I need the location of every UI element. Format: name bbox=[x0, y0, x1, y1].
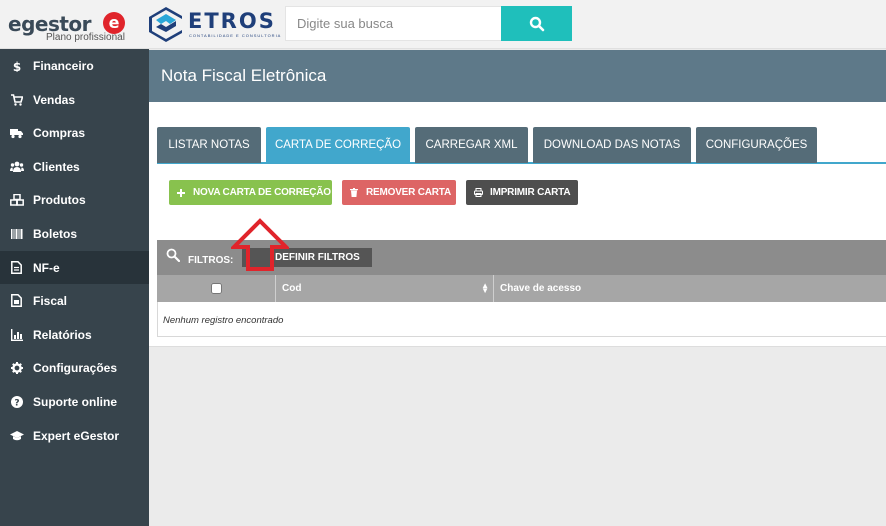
column-header-chave-de-acesso[interactable]: Chave de acesso bbox=[494, 275, 886, 302]
plus-icon bbox=[169, 188, 193, 197]
question-icon: ? bbox=[0, 395, 33, 408]
sidebar-item-label: Configurações bbox=[33, 360, 118, 375]
truck-icon bbox=[0, 127, 33, 139]
select-all-header bbox=[157, 275, 276, 302]
sidebar: $ Financeiro Vendas Compras Clientes Pro… bbox=[0, 49, 149, 526]
sidebar-item-boletos[interactable]: Boletos bbox=[0, 217, 149, 250]
sidebar-item-financeiro[interactable]: $ Financeiro bbox=[0, 49, 149, 82]
column-header-label: Chave de acesso bbox=[500, 283, 582, 294]
tab-carta-de-correcao[interactable]: CARTA DE CORREÇÃO bbox=[266, 127, 410, 163]
table-header: Cod ▲ ▼ Chave de acesso bbox=[157, 275, 886, 302]
search-button[interactable] bbox=[501, 6, 572, 41]
file-icon bbox=[0, 294, 33, 307]
sidebar-item-label: Clientes bbox=[33, 159, 80, 174]
sidebar-item-label: Suporte online bbox=[33, 394, 117, 409]
sidebar-item-expert[interactable]: Expert eGestor bbox=[0, 419, 149, 452]
svg-text:?: ? bbox=[14, 398, 19, 408]
tab-carregar-xml[interactable]: CARREGAR XML bbox=[415, 127, 528, 163]
table-body: Nenhum registro encontrado bbox=[157, 302, 886, 337]
tab-configuracoes[interactable]: CONFIGURAÇÕES bbox=[696, 127, 817, 163]
top-bar: egestor e Plano profissional ETROS CONTA… bbox=[0, 0, 886, 49]
tab-listar-notas[interactable]: LISTAR NOTAS bbox=[157, 127, 261, 163]
sidebar-item-label: Produtos bbox=[33, 192, 86, 207]
sidebar-item-label: Vendas bbox=[33, 92, 76, 107]
graduation-cap-icon bbox=[0, 430, 33, 442]
file-edit-icon bbox=[0, 261, 33, 274]
annotation-arrow-icon bbox=[231, 218, 289, 271]
sidebar-item-label: Financeiro bbox=[33, 58, 94, 73]
svg-text:$: $ bbox=[12, 60, 20, 72]
remove-letter-button[interactable]: REMOVER CARTA bbox=[342, 180, 456, 205]
sidebar-item-fiscal[interactable]: Fiscal bbox=[0, 284, 149, 317]
empty-table-message: Nenhum registro encontrado bbox=[163, 315, 284, 326]
sidebar-item-label: Expert eGestor bbox=[33, 428, 120, 443]
dollar-icon: $ bbox=[0, 60, 33, 72]
sidebar-item-nfe[interactable]: NF-e bbox=[0, 251, 149, 284]
sidebar-item-configuracoes[interactable]: Configurações bbox=[0, 351, 149, 384]
gear-icon bbox=[0, 361, 33, 374]
search-input[interactable] bbox=[285, 6, 501, 41]
filters-label: FILTROS: bbox=[188, 255, 234, 266]
column-header-label: Cod bbox=[282, 283, 302, 294]
partner-logo: ETROS CONTABILIDADE E CONSULTORIA bbox=[148, 5, 280, 45]
column-header-cod[interactable]: Cod ▲ ▼ bbox=[276, 275, 494, 302]
button-label: IMPRIMIR CARTA bbox=[490, 187, 571, 198]
button-label: REMOVER CARTA bbox=[366, 187, 451, 198]
partner-logo-mark-icon bbox=[149, 7, 182, 42]
sidebar-item-label: Relatórios bbox=[33, 327, 92, 342]
partner-name: ETROS bbox=[188, 9, 276, 33]
sidebar-item-relatorios[interactable]: Relatórios bbox=[0, 318, 149, 351]
print-letter-button[interactable]: IMPRIMIR CARTA bbox=[466, 180, 578, 205]
sidebar-item-label: Boletos bbox=[33, 226, 78, 241]
sort-icon: ▲ ▼ bbox=[481, 281, 489, 295]
select-all-checkbox[interactable] bbox=[210, 283, 222, 294]
egestor-logo[interactable]: egestor e Plano profissional bbox=[8, 8, 132, 44]
search-icon bbox=[529, 16, 544, 31]
button-label: NOVA CARTA DE CORREÇÃO bbox=[193, 187, 331, 198]
page-title: Nota Fiscal Eletrônica bbox=[161, 66, 327, 85]
tab-bar: LISTAR NOTAS CARTA DE CORREÇÃO CARREGAR … bbox=[157, 127, 886, 164]
sidebar-item-label: NF-e bbox=[33, 260, 60, 275]
search-icon bbox=[166, 248, 180, 262]
cart-icon bbox=[0, 93, 33, 106]
users-icon bbox=[0, 161, 33, 173]
brand-badge: e bbox=[103, 12, 125, 34]
bar-chart-icon bbox=[0, 328, 33, 341]
cubes-icon bbox=[0, 193, 33, 206]
new-correction-letter-button[interactable]: NOVA CARTA DE CORREÇÃO bbox=[169, 180, 332, 205]
sidebar-item-label: Compras bbox=[33, 125, 86, 140]
sidebar-item-produtos[interactable]: Produtos bbox=[0, 183, 149, 216]
plan-label: Plano profissional bbox=[46, 32, 125, 43]
tab-download-das-notas[interactable]: DOWNLOAD DAS NOTAS bbox=[533, 127, 691, 163]
sidebar-item-label: Fiscal bbox=[33, 293, 68, 308]
sidebar-item-vendas[interactable]: Vendas bbox=[0, 83, 149, 116]
sidebar-item-suporte[interactable]: ? Suporte online bbox=[0, 385, 149, 418]
barcode-icon bbox=[0, 228, 33, 240]
page-header: Nota Fiscal Eletrônica bbox=[149, 50, 886, 102]
sidebar-item-clientes[interactable]: Clientes bbox=[0, 150, 149, 183]
trash-icon bbox=[342, 188, 366, 197]
sidebar-item-compras[interactable]: Compras bbox=[0, 116, 149, 149]
partner-subtitle: CONTABILIDADE E CONSULTORIA bbox=[189, 33, 282, 38]
print-icon bbox=[466, 188, 490, 197]
